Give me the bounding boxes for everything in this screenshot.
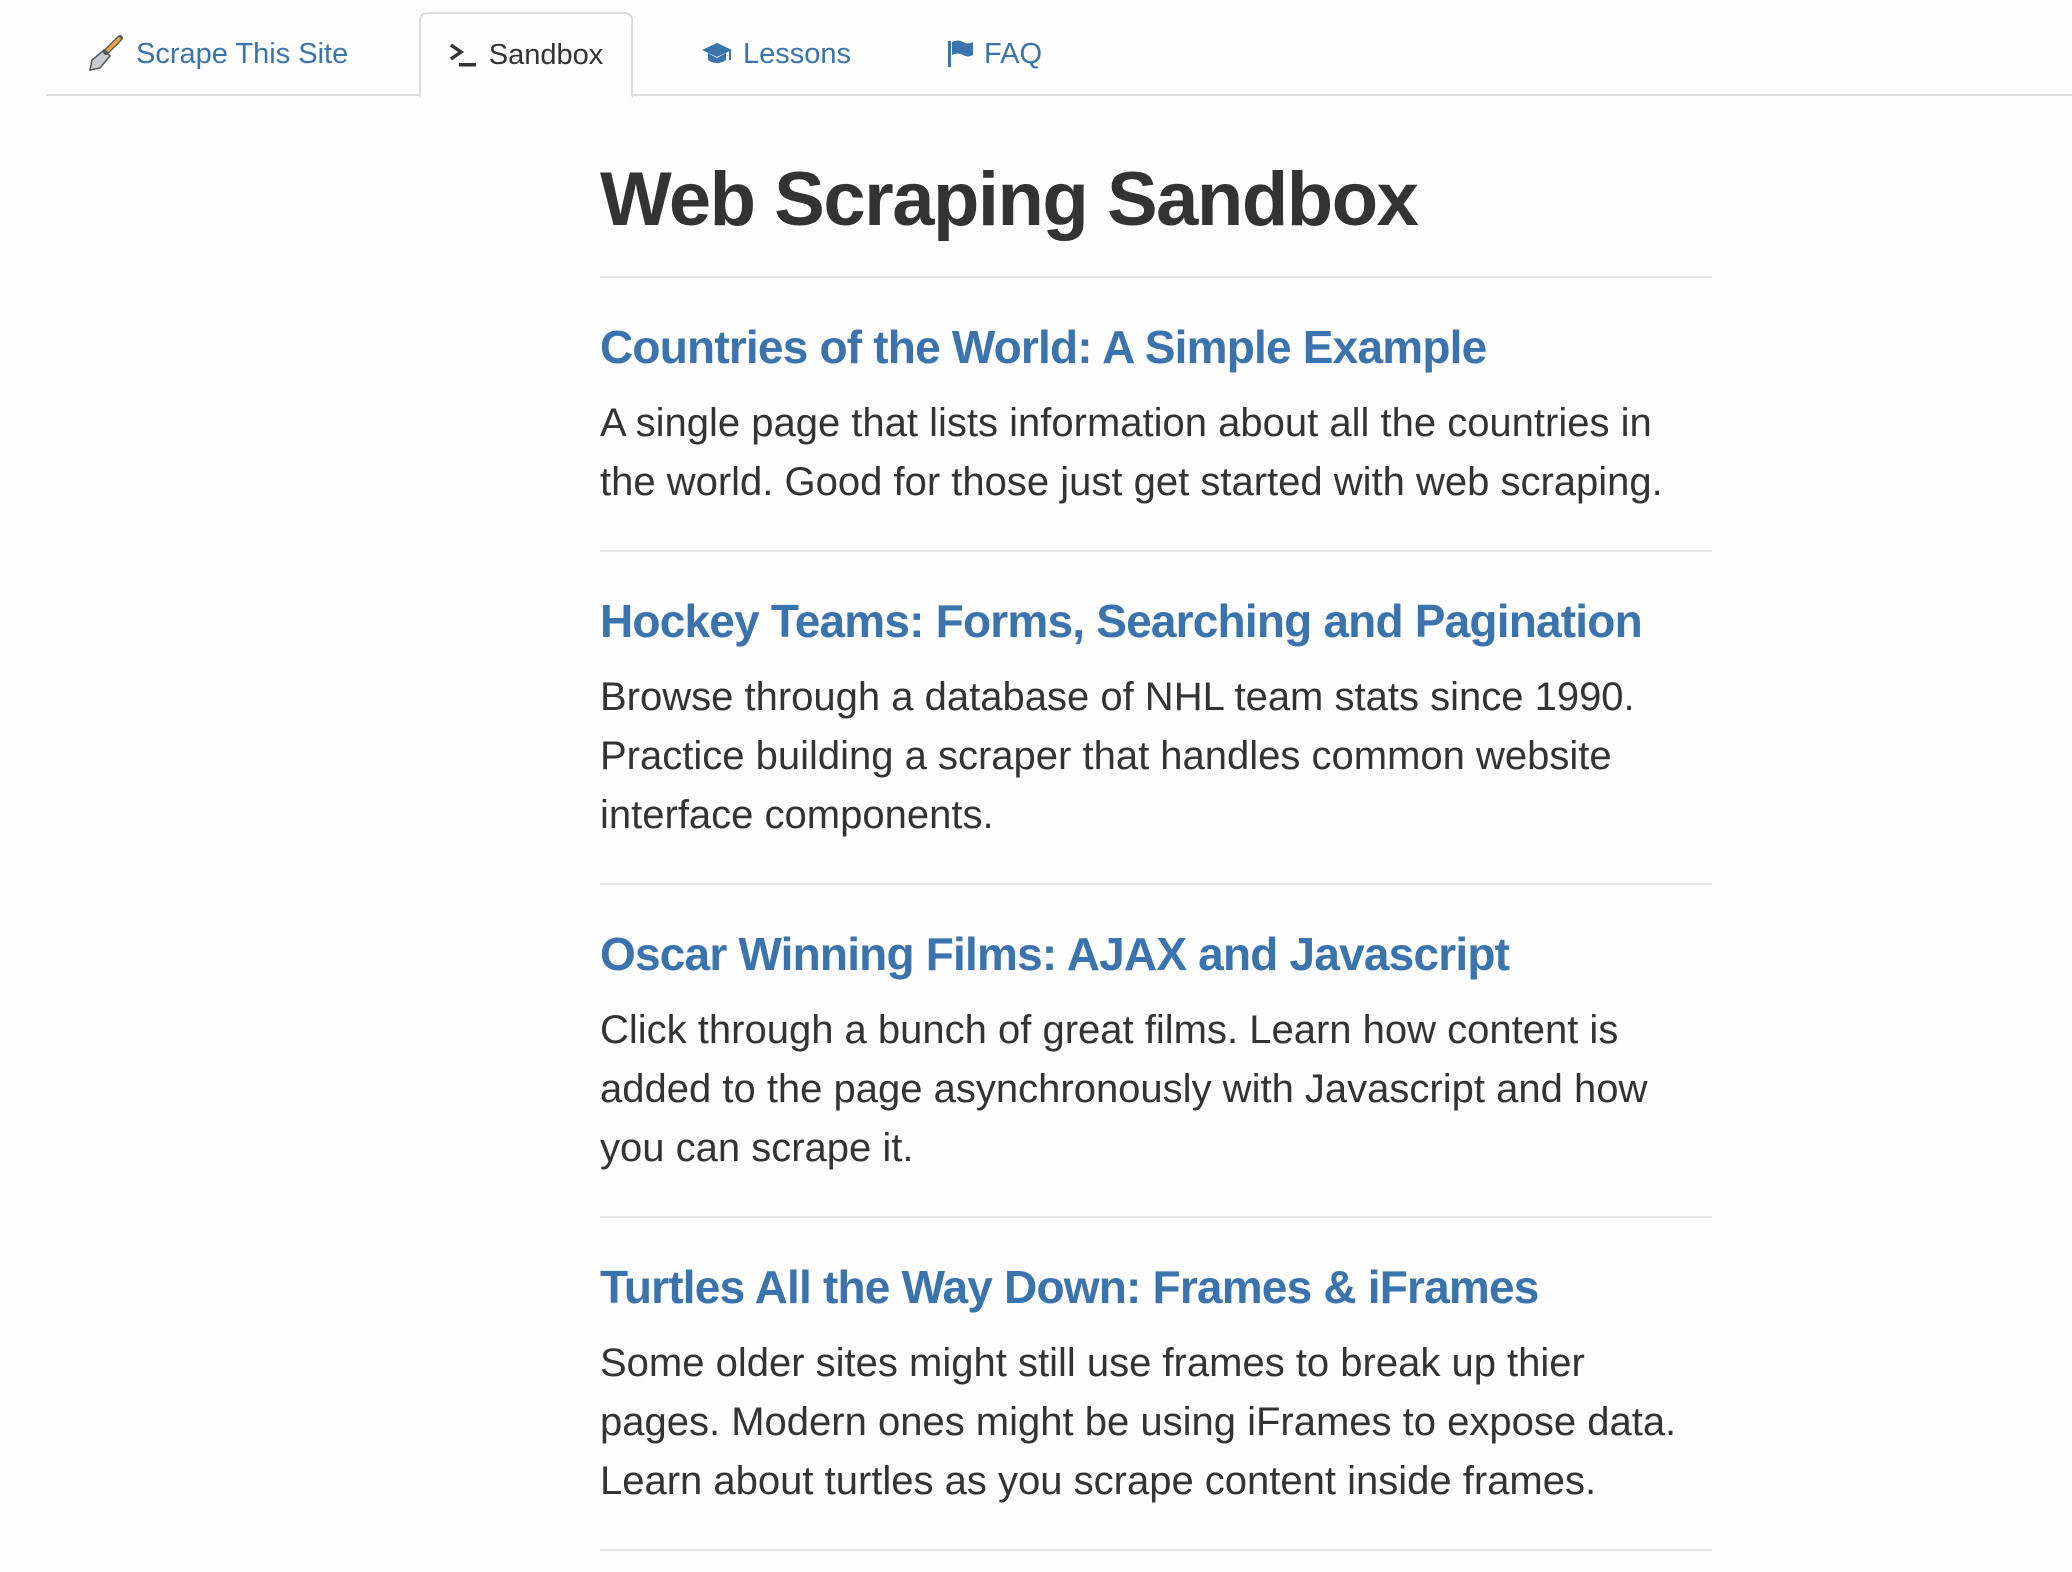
entry-description: Some older sites might still use frames … <box>600 1341 1677 1503</box>
tab-faq[interactable]: FAQ <box>946 12 1042 96</box>
list-item: Hockey Teams: Forms, Searching and Pagin… <box>600 552 1712 885</box>
entry-title-link[interactable]: Hockey Teams: Forms, Searching and Pagin… <box>600 590 1712 652</box>
tab-label: Scrape This Site <box>136 37 349 70</box>
tab-label: Sandbox <box>488 38 604 71</box>
terminal-icon <box>449 41 479 69</box>
entry-description: Browse through a database of NHL team st… <box>600 675 1635 837</box>
tab-label: FAQ <box>984 37 1043 70</box>
list-item: Turtles All the Way Down: Frames & iFram… <box>600 1218 1712 1551</box>
tab-scrape-this-site[interactable]: Scrape This Site <box>86 12 348 96</box>
entry-title-link[interactable]: Countries of the World: A Simple Example <box>600 316 1712 378</box>
list-item: Oscar Winning Films: AJAX and Javascript… <box>600 885 1712 1218</box>
flag-icon <box>946 39 974 69</box>
tab-label: Lessons <box>743 37 852 70</box>
scraper-tool-icon <box>86 34 126 74</box>
main-content: Web Scraping Sandbox Countries of the Wo… <box>600 140 1712 1551</box>
graduation-cap-icon <box>701 40 733 68</box>
entry-title-link[interactable]: Oscar Winning Films: AJAX and Javascript <box>600 923 1712 985</box>
list-item: Countries of the World: A Simple Example… <box>600 278 1712 552</box>
entry-description: Click through a bunch of great films. Le… <box>600 1008 1648 1170</box>
tab-lessons[interactable]: Lessons <box>701 12 851 96</box>
entry-title-link[interactable]: Turtles All the Way Down: Frames & iFram… <box>600 1256 1712 1318</box>
tab-sandbox[interactable]: Sandbox <box>419 12 633 98</box>
top-navigation: Scrape This Site Sandbox Lessons FAQ <box>46 0 2072 98</box>
page-title: Web Scraping Sandbox <box>600 140 1712 278</box>
entry-description: A single page that lists information abo… <box>600 401 1663 504</box>
